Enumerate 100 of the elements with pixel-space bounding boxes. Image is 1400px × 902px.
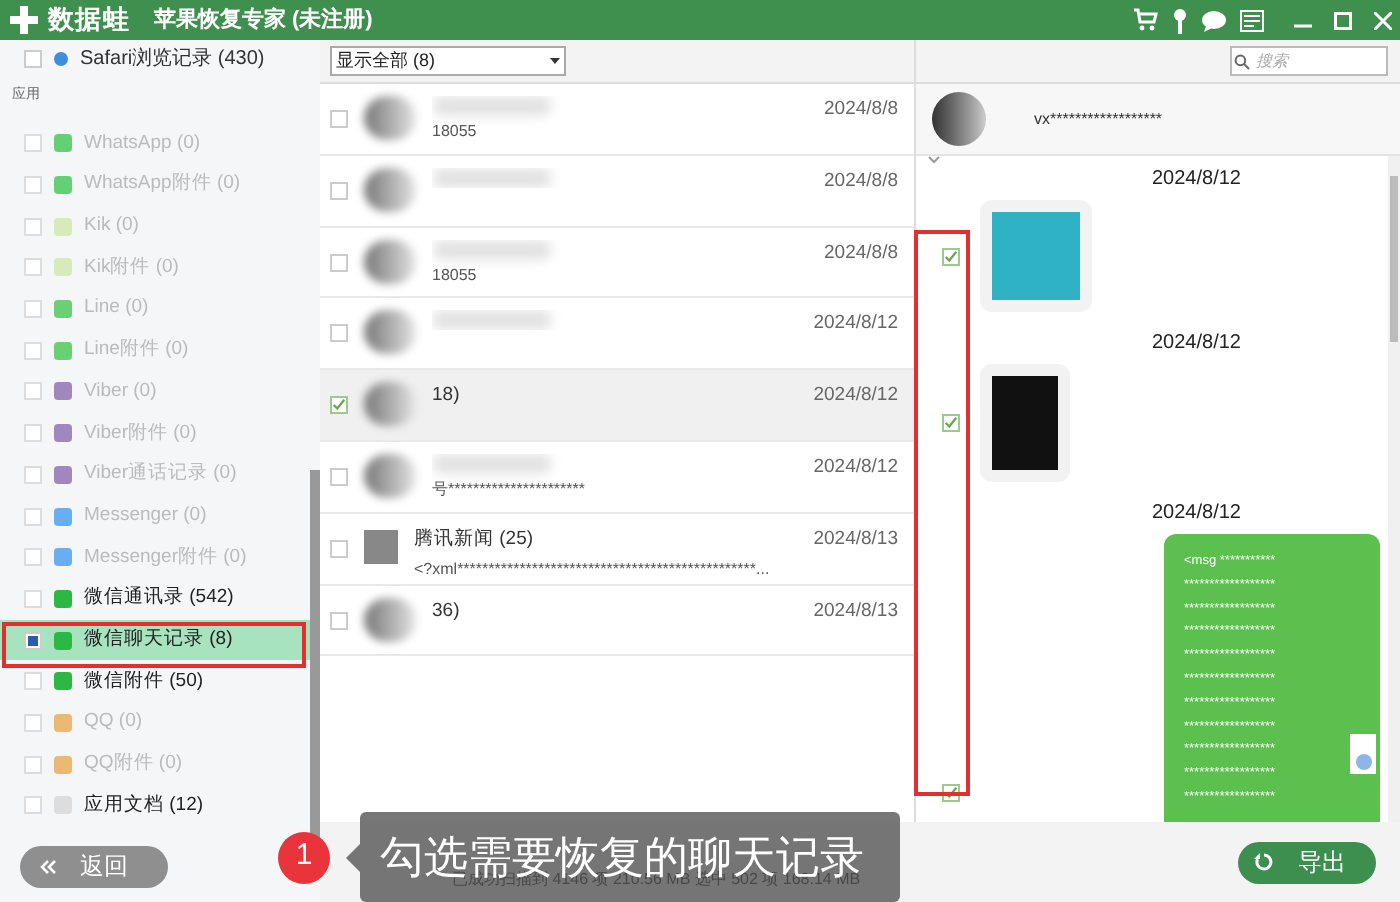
double-chevron-icon xyxy=(40,859,56,874)
message-preview: 号********************** xyxy=(432,477,587,502)
conversation-date: 2024/8/8 xyxy=(824,167,898,196)
conversation-row[interactable]: 18) 2024/8/12 xyxy=(320,370,914,442)
sidebar-item-label: Viber通话记录 (0) xyxy=(84,460,237,489)
app-icon xyxy=(54,424,72,443)
plus-logo-icon xyxy=(8,4,40,36)
checkbox[interactable] xyxy=(330,324,348,343)
blurred-name xyxy=(432,96,552,116)
sidebar-item-label: QQ (0) xyxy=(84,708,143,737)
blurred-avatar xyxy=(364,453,416,498)
collapse-chevron-icon[interactable] xyxy=(928,156,940,164)
app-icon xyxy=(54,672,72,691)
contact-file-icon xyxy=(1350,734,1376,774)
app-icon xyxy=(54,217,72,236)
sidebar-item-label: QQ附件 (0) xyxy=(84,750,183,779)
app-icon xyxy=(54,548,72,567)
list-icon[interactable] xyxy=(1240,9,1264,31)
sidebar-item-label: Messenger (0) xyxy=(84,501,207,530)
sidebar-item-label: Viber (0) xyxy=(84,377,157,406)
filter-dropdown[interactable]: 显示全部 (8) xyxy=(330,46,566,76)
cart-icon[interactable] xyxy=(1134,8,1158,32)
conversation-date: 2024/8/13 xyxy=(813,525,898,554)
app-icon xyxy=(54,341,72,360)
blurred-name xyxy=(432,453,552,474)
avatar-placeholder xyxy=(932,92,986,146)
avatar-silhouette xyxy=(364,529,398,564)
sidebar-item-label: WhatsApp附件 (0) xyxy=(84,170,241,199)
app-icon xyxy=(54,631,72,650)
app-icon xyxy=(54,382,72,401)
app-icon xyxy=(54,300,72,319)
blurred-avatar xyxy=(364,239,416,284)
message-preview: <?xml************************************************... xyxy=(414,558,772,583)
contact-name: 18) xyxy=(432,382,462,411)
window-title: 苹果恢复专家 (未注册) xyxy=(153,5,373,36)
checkbox[interactable] xyxy=(24,631,42,650)
conversation-date: 2024/8/12 xyxy=(813,453,898,482)
checkbox[interactable] xyxy=(330,110,348,128)
sidebar-item-label: Messenger附件 (0) xyxy=(84,543,247,572)
app-icon xyxy=(54,176,72,195)
contact-name: 36) xyxy=(432,597,462,626)
sidebar-item-label: Kik附件 (0) xyxy=(84,253,179,282)
filter-value: 显示全部 (8) xyxy=(336,47,435,74)
checkbox[interactable] xyxy=(330,396,348,415)
scrollbar-thumb[interactable] xyxy=(310,470,320,840)
photo-placeholder xyxy=(992,376,1058,470)
blurred-avatar xyxy=(364,597,416,642)
blurred-avatar xyxy=(364,96,416,140)
sidebar-item-label: WhatsApp (0) xyxy=(84,129,201,158)
checkbox[interactable] xyxy=(330,467,348,486)
app-icon xyxy=(54,713,72,732)
blurred-avatar xyxy=(364,382,416,427)
close-icon[interactable] xyxy=(1374,11,1392,29)
app-icon xyxy=(54,465,72,484)
app-icon xyxy=(54,134,72,153)
date-label: 2024/8/12 xyxy=(1150,330,1243,358)
date-label: 2024/8/12 xyxy=(1150,166,1243,194)
export-button[interactable]: 导出 xyxy=(1238,841,1376,883)
sidebar-item-label: Viber附件 (0) xyxy=(84,419,197,448)
maximize-icon[interactable] xyxy=(1334,11,1352,29)
back-button[interactable]: 返回 xyxy=(20,845,168,888)
checkbox[interactable] xyxy=(24,49,42,67)
sidebar-item-label: 应用文档 (12) xyxy=(84,791,204,820)
scrollbar-thumb[interactable] xyxy=(1390,176,1398,342)
key-icon[interactable] xyxy=(1172,7,1188,33)
sidebar-item-label: 微信聊天记录 (8) xyxy=(84,625,233,654)
checkbox[interactable] xyxy=(942,247,960,265)
refresh-icon xyxy=(1254,852,1274,872)
logo-text: 数据蛙 xyxy=(48,2,130,39)
message-preview: 18055 xyxy=(432,263,479,288)
blurred-name xyxy=(432,239,552,260)
conversation-row[interactable]: 18055 2024/8/8 xyxy=(320,227,914,299)
message-preview: 18055 xyxy=(432,120,479,144)
app-icon xyxy=(54,755,72,774)
sidebar-item-label: 微信附件 (50) xyxy=(84,667,204,696)
checkbox[interactable] xyxy=(330,181,348,200)
search-icon xyxy=(1234,53,1250,69)
app-icon xyxy=(54,589,72,608)
blurred-avatar xyxy=(364,310,416,355)
date-label: 2024/8/12 xyxy=(1150,500,1243,528)
search-field[interactable]: 搜索 xyxy=(1230,46,1388,76)
checkbox[interactable] xyxy=(330,611,348,630)
photo-placeholder xyxy=(992,212,1080,300)
conversation-date: 2024/8/8 xyxy=(824,239,898,268)
sidebar-item-label: Line (0) xyxy=(84,294,149,323)
conversation-row[interactable]: 36) 2024/8/13 xyxy=(320,585,914,657)
app-icon xyxy=(54,258,72,277)
conversation-date: 2024/8/12 xyxy=(813,310,898,339)
chat-bubble-icon[interactable] xyxy=(1202,9,1226,31)
checkbox[interactable] xyxy=(330,253,348,272)
checkbox[interactable] xyxy=(330,539,348,558)
checkbox[interactable] xyxy=(942,414,960,432)
blurred-avatar xyxy=(364,167,416,212)
sidebar-item-label: Line附件 (0) xyxy=(84,336,189,365)
conversation-date: 2024/8/8 xyxy=(824,96,898,124)
blurred-name xyxy=(432,167,552,188)
blurred-name xyxy=(432,310,552,331)
sidebar-item[interactable]: Safari浏览记录 (430) xyxy=(80,43,265,73)
document-icon xyxy=(54,796,72,815)
conversation-date: 2024/8/12 xyxy=(813,382,898,411)
